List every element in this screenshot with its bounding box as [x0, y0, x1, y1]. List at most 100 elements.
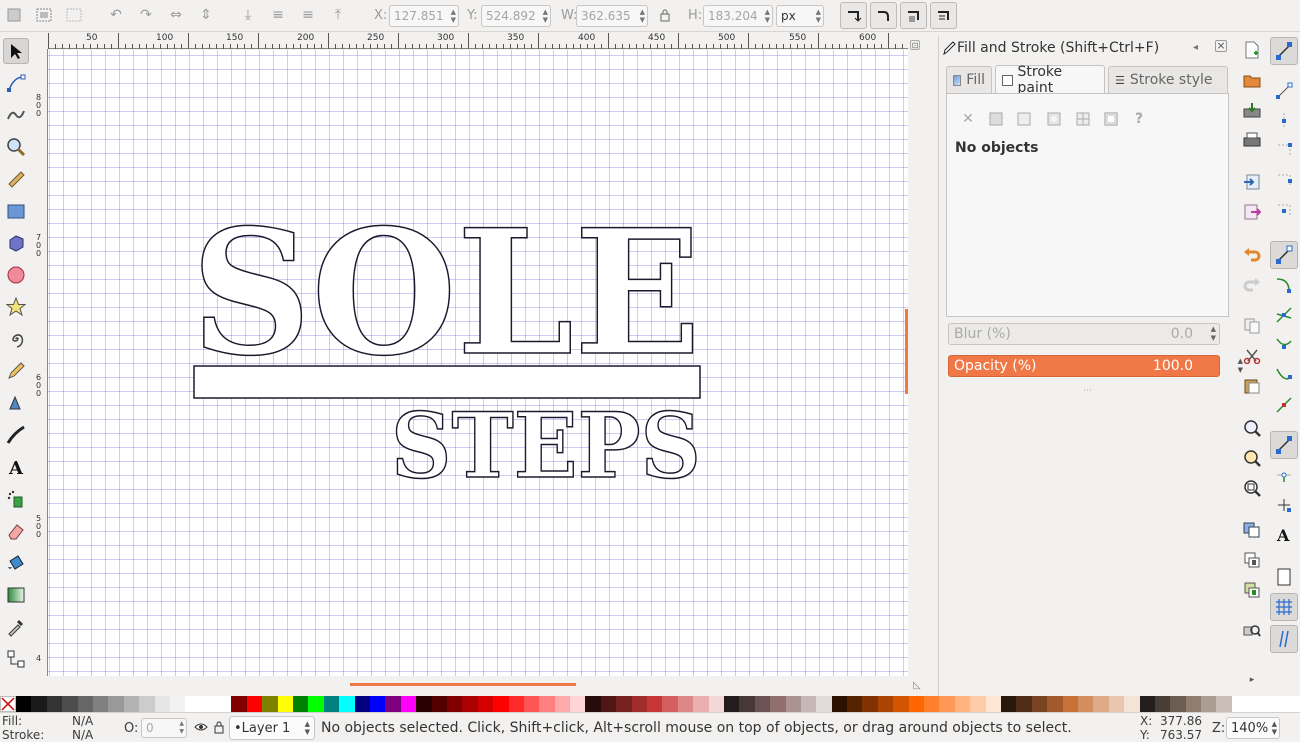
horizontal-scroll-thumb[interactable] [350, 683, 576, 686]
dropper-tool-icon[interactable] [3, 614, 29, 640]
snap-rotation-center-icon[interactable] [1270, 491, 1298, 519]
color-swatch[interactable] [600, 696, 617, 712]
snap-bbox-center-icon[interactable] [1270, 197, 1298, 225]
color-swatch[interactable] [616, 696, 632, 712]
drawing-canvas[interactable]: SOLE STEPS [48, 50, 908, 676]
snap-bbox-edges-icon[interactable] [1270, 107, 1298, 135]
x-input[interactable]: 127.851 ▲ ▼ [389, 5, 459, 27]
w-input[interactable]: 362.635 ▲ ▼ [576, 5, 648, 27]
snap-intersections-icon[interactable] [1270, 301, 1298, 329]
rotate-cw-icon[interactable]: ↷ [136, 5, 156, 25]
color-swatch[interactable] [92, 696, 109, 712]
object-opacity-input[interactable]: 0 ▲ ▼ [141, 718, 187, 738]
select-all-icon[interactable] [4, 5, 24, 25]
color-swatch[interactable] [539, 696, 555, 712]
color-swatch[interactable] [770, 696, 786, 712]
transform-patterns-toggle-icon[interactable] [930, 2, 957, 29]
color-swatch[interactable] [508, 696, 524, 712]
color-swatch[interactable] [877, 696, 894, 712]
flat-color-icon[interactable] [987, 110, 1005, 128]
dialog-iconify-icon[interactable]: ◂ [1193, 42, 1198, 53]
color-swatch[interactable] [785, 696, 801, 712]
clone-icon[interactable] [1240, 548, 1264, 572]
more-commands-icon[interactable]: ▸ [1240, 668, 1264, 692]
zoom-selection-icon[interactable] [1240, 416, 1264, 440]
color-swatch[interactable] [308, 696, 324, 712]
color-swatch[interactable] [123, 696, 140, 712]
zoom-page-icon[interactable] [1240, 476, 1264, 500]
layer-lock-icon[interactable] [213, 720, 225, 737]
snap-paths-icon[interactable] [1270, 271, 1298, 299]
color-swatch[interactable] [893, 696, 909, 712]
node-tool-icon[interactable] [3, 70, 29, 96]
snap-smooth-nodes-icon[interactable] [1270, 361, 1298, 389]
color-swatch[interactable] [1093, 696, 1109, 712]
y-input[interactable]: 524.892 ▲ ▼ [481, 5, 551, 27]
color-swatch[interactable] [323, 696, 340, 712]
color-swatch[interactable] [985, 696, 1001, 712]
paste-icon[interactable] [1240, 374, 1264, 398]
raise-to-top-icon[interactable]: ⤒ [328, 5, 348, 25]
lower-to-bottom-icon[interactable]: ⤓ [238, 5, 258, 25]
redo-icon[interactable] [1240, 272, 1264, 296]
color-swatch[interactable] [1016, 696, 1032, 712]
connector-tool-icon[interactable] [3, 646, 29, 672]
import-icon[interactable] [1240, 170, 1264, 194]
color-swatch[interactable] [708, 696, 724, 712]
color-swatch[interactable] [631, 696, 648, 712]
radial-gradient-icon[interactable] [1045, 110, 1063, 128]
color-swatch[interactable] [939, 696, 955, 712]
color-swatch[interactable] [647, 696, 663, 712]
duplicate-icon[interactable] [1240, 518, 1264, 542]
snap-centers-icon[interactable] [1270, 461, 1298, 489]
color-swatch[interactable] [585, 696, 601, 712]
xml-editor-icon[interactable] [1240, 620, 1264, 644]
tab-stroke-paint[interactable]: Stroke paint [995, 64, 1105, 96]
snap-midpoints-icon[interactable] [1270, 391, 1298, 419]
color-swatch[interactable] [262, 696, 278, 712]
color-swatch[interactable] [662, 696, 678, 712]
zoom-drawing-icon[interactable] [1240, 446, 1264, 470]
paint-bucket-tool-icon[interactable] [3, 550, 29, 576]
no-paint-icon[interactable]: ✕ [959, 110, 977, 128]
color-swatch[interactable] [739, 696, 755, 712]
color-swatch[interactable] [800, 696, 817, 712]
resize-grip-icon[interactable]: ◺ [913, 680, 921, 691]
raise-icon[interactable]: ≡ [298, 5, 318, 25]
open-document-icon[interactable] [1240, 68, 1264, 92]
export-icon[interactable] [1240, 200, 1264, 224]
selector-tool-icon[interactable] [3, 38, 29, 64]
color-swatch[interactable] [169, 696, 186, 712]
rotate-ccw-icon[interactable]: ↶ [106, 5, 126, 25]
color-swatch[interactable] [1001, 696, 1017, 712]
color-swatch[interactable] [954, 696, 971, 712]
color-swatch[interactable] [108, 696, 124, 712]
layer-select[interactable]: •Layer 1 ▲ ▼ [229, 716, 315, 740]
artwork-text-sole[interactable]: SOLE [190, 190, 702, 395]
color-swatch[interactable] [46, 696, 63, 712]
color-swatch[interactable] [185, 696, 201, 712]
blur-spin-icon[interactable]: ▲ ▼ [1211, 325, 1216, 343]
color-swatch[interactable] [523, 696, 540, 712]
unlink-clone-icon[interactable] [1240, 578, 1264, 602]
tab-stroke-style[interactable]: ☰ Stroke style [1108, 66, 1228, 93]
snap-grids-icon[interactable] [1270, 593, 1298, 621]
unit-select[interactable]: px ▲ ▼ [776, 5, 824, 27]
color-swatch[interactable] [31, 696, 47, 712]
blur-slider[interactable]: Blur (%) 0.0 ▲ ▼ [948, 323, 1220, 345]
color-swatch[interactable] [754, 696, 771, 712]
color-swatch[interactable] [477, 696, 494, 712]
color-swatch[interactable] [908, 696, 925, 712]
color-swatch[interactable] [154, 696, 170, 712]
color-swatch[interactable] [231, 696, 247, 712]
color-swatch[interactable] [924, 696, 940, 712]
lock-icon[interactable] [655, 5, 675, 25]
color-swatch[interactable] [1201, 696, 1217, 712]
spiral-tool-icon[interactable] [3, 326, 29, 352]
lower-icon[interactable]: ≡ [268, 5, 288, 25]
color-swatch[interactable] [677, 696, 694, 712]
color-swatch[interactable] [1139, 696, 1155, 712]
color-swatch[interactable] [1108, 696, 1125, 712]
color-swatch[interactable] [431, 696, 447, 712]
color-swatch[interactable] [1124, 696, 1140, 712]
